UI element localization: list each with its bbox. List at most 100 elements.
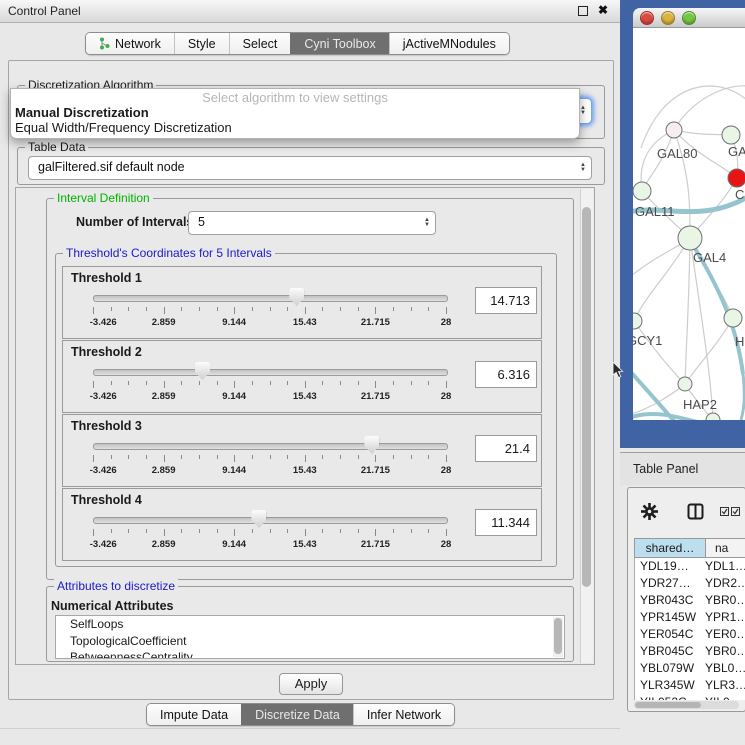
slider-tick [340,529,341,533]
screenshot-stage: Control Panel ✖ NetworkStyleSelectCyni T… [0,0,745,745]
threshold-value-field[interactable]: 6.316 [475,361,537,388]
algorithm-option-equal-width-frequency[interactable]: Equal Width/Frequency Discretization [11,120,579,135]
table-row[interactable]: YPR145WYPR1… [634,609,745,626]
slider-tick-label: 15.43 [293,539,317,550]
attribute-item-betweennesscentrality[interactable]: BetweennessCentrality [56,649,564,659]
slider-tick [305,529,306,536]
table-data-combobox[interactable]: galFiltered.sif default node ▲▼ [28,156,592,180]
slider-tick-label: 15.43 [293,465,317,476]
slider-tick [287,529,288,533]
network-node-gal4[interactable] [678,226,702,250]
attributes-scrollbar[interactable] [553,617,563,657]
cell-shared-name: YLR345W [634,677,705,694]
slider-handle[interactable] [364,436,379,454]
apply-button[interactable]: Apply [279,673,343,695]
network-node-gal11[interactable] [633,182,651,200]
slider-tick [181,529,182,533]
close-panel-icon[interactable]: ✖ [598,3,608,17]
tab-infer-network[interactable]: Infer Network [353,704,454,725]
network-node-gcy1[interactable] [633,313,642,329]
cell-name: YIL0… [705,694,745,700]
window-minimize-button[interactable] [661,11,675,25]
slider-tick [234,529,235,536]
threshold-slider[interactable]: -3.4262.8599.14415.4321.71528 [93,341,446,412]
select-columns-checkboxes-icon[interactable] [720,507,742,517]
tab-network[interactable]: Network [86,33,174,54]
mouse-cursor [612,362,624,379]
slider-tick [446,529,447,536]
column-header-name[interactable]: na [705,538,745,558]
slider-tick-label: 21.715 [361,539,390,550]
slider-tick [234,455,235,462]
network-canvas[interactable]: GAL80GACGAL11GAL4GCY1HHAP2 [633,28,745,420]
split-columns-icon[interactable] [687,503,704,520]
tab-discretize-data[interactable]: Discretize Data [241,704,353,725]
combo-stepper-icon: ▲▼ [580,99,586,123]
slider-tick [111,529,112,533]
tab-label: jActiveMNodules [403,37,496,51]
settings-vertical-scrollbar[interactable] [580,189,593,663]
network-node-c[interactable] [728,169,745,187]
slider-tick-label: 2.859 [152,465,176,476]
slider-tick [446,455,447,462]
table-row[interactable]: YDL19…YDL1… [634,558,745,575]
table-row[interactable]: YBR043CYBR0… [634,592,745,609]
table-row[interactable]: YIL052CYIL0… [634,694,745,700]
slider-handle[interactable] [289,288,304,306]
slider-tick [287,455,288,459]
network-node-ga[interactable] [722,126,740,144]
threshold-slider[interactable]: -3.4262.8599.14415.4321.71528 [93,489,446,560]
slider-tick [181,307,182,311]
threshold-value-field[interactable]: 11.344 [475,509,537,536]
attribute-item-topologicalcoefficient[interactable]: TopologicalCoefficient [56,633,564,650]
slider-tick [234,381,235,388]
float-panel-icon[interactable] [578,6,588,16]
network-node-hap2[interactable] [678,377,692,391]
threshold-slider[interactable]: -3.4262.8599.14415.4321.71528 [93,267,446,338]
tab-cyni-toolbox[interactable]: Cyni Toolbox [290,33,388,54]
slider-track[interactable] [93,369,448,376]
algorithm-dropdown-popup: Select algorithm to view settings Manual… [10,88,580,139]
slider-track[interactable] [93,443,448,450]
slider-tick [446,307,447,314]
network-node-h[interactable] [724,309,742,327]
threshold-value-field[interactable]: 14.713 [475,287,537,314]
slider-tick [164,381,165,388]
tab-jactivemnodules[interactable]: jActiveMNodules [389,33,509,54]
slider-tick [411,307,412,311]
window-close-button[interactable] [640,11,654,25]
tab-impute-data[interactable]: Impute Data [147,704,241,725]
window-zoom-button[interactable] [682,11,696,25]
table-row[interactable]: YDR27…YDR2… [634,575,745,592]
table-row[interactable]: YBR045CYBR0… [634,643,745,660]
slider-tick [322,381,323,385]
number-of-intervals-combobox[interactable]: 5 ▲▼ [188,211,436,235]
threshold-panel-4: Threshold 4-3.4262.8599.14415.4321.71528… [62,488,542,561]
table-row[interactable]: YER054CYER0… [634,626,745,643]
numerical-attributes-list[interactable]: SelfLoopsTopologicalCoefficientBetweenne… [55,615,565,659]
algorithm-option-manual-discretization[interactable]: Manual Discretization [11,105,579,120]
cell-name: YLR3… [705,677,745,694]
gear-icon[interactable] [640,502,659,521]
table-horizontal-scrollbar[interactable] [634,701,739,709]
slider-tick-label: -3.426 [90,391,117,402]
slider-handle[interactable] [251,510,266,528]
threshold-value-field[interactable]: 21.4 [475,435,537,462]
slider-tick-label: 21.715 [361,317,390,328]
tab-select[interactable]: Select [229,33,291,54]
threshold-slider[interactable]: -3.4262.8599.14415.4321.71528 [93,415,446,486]
slider-tick [270,307,271,311]
slider-handle[interactable] [195,362,210,380]
attribute-item-selfloops[interactable]: SelfLoops [56,616,564,633]
tab-style[interactable]: Style [174,33,229,54]
table-row[interactable]: YLR345WYLR3… [634,677,745,694]
slider-tick [358,307,359,311]
panel-title: Control Panel [8,4,81,18]
network-node-gal80[interactable] [666,122,682,138]
slider-tick [199,529,200,533]
column-header-shared-name[interactable]: shared… [634,538,706,558]
slider-track[interactable] [93,295,448,302]
slider-tick [146,307,147,311]
table-row[interactable]: YBL079WYBL0… [634,660,745,677]
slider-track[interactable] [93,517,448,524]
